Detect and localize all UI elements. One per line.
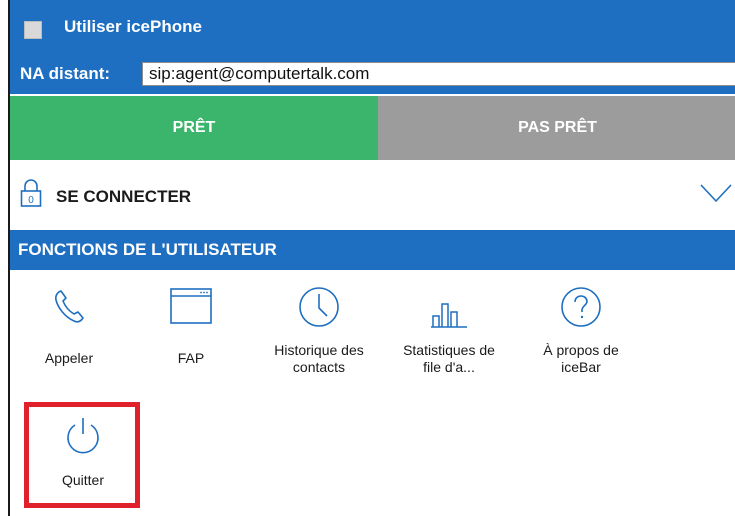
connect-row[interactable]: 0 SE CONNECTER — [10, 160, 735, 230]
connect-label: SE CONNECTER — [56, 187, 192, 206]
history-tile[interactable]: Historique des contacts — [264, 286, 374, 376]
queue-stats-tile[interactable]: Statistiques de file d'a... — [394, 298, 504, 376]
window-icon — [170, 288, 212, 324]
help-icon — [561, 287, 601, 327]
bar-chart-icon — [431, 303, 467, 328]
quit-highlight-box — [24, 402, 140, 508]
use-icephone-checkbox[interactable] — [24, 21, 42, 39]
icebar-window: Utiliser icePhone NA distant: PRÊT PAS P… — [8, 0, 735, 516]
call-tile[interactable]: Appeler — [14, 286, 124, 367]
phone-icon — [55, 290, 84, 323]
fap-label: FAP — [177, 350, 205, 366]
remote-na-bar: NA distant: — [10, 56, 735, 94]
use-icephone-label[interactable]: Utiliser icePhone — [64, 17, 202, 37]
queue-stats-label: Statistiques de file d'a... — [403, 342, 495, 375]
title-bar: Utiliser icePhone — [10, 0, 735, 56]
call-label: Appeler — [44, 350, 94, 366]
history-label: Historique des contacts — [274, 342, 364, 375]
user-functions-header: FONCTIONS DE L'UTILISATEUR — [10, 230, 735, 270]
about-tile[interactable]: À propos de iceBar — [526, 286, 636, 376]
remote-na-input[interactable] — [142, 62, 735, 86]
clock-icon — [299, 287, 339, 327]
not-ready-button[interactable]: PAS PRÊT — [378, 96, 735, 160]
chevron-down-icon[interactable] — [699, 182, 733, 209]
lock-icon: 0 — [20, 178, 42, 213]
fap-tile[interactable]: FAP — [136, 288, 246, 367]
about-label: À propos de iceBar — [543, 342, 619, 375]
remote-na-label: NA distant: — [20, 64, 111, 83]
ready-button[interactable]: PRÊT — [10, 96, 378, 160]
svg-text:0: 0 — [28, 195, 34, 206]
